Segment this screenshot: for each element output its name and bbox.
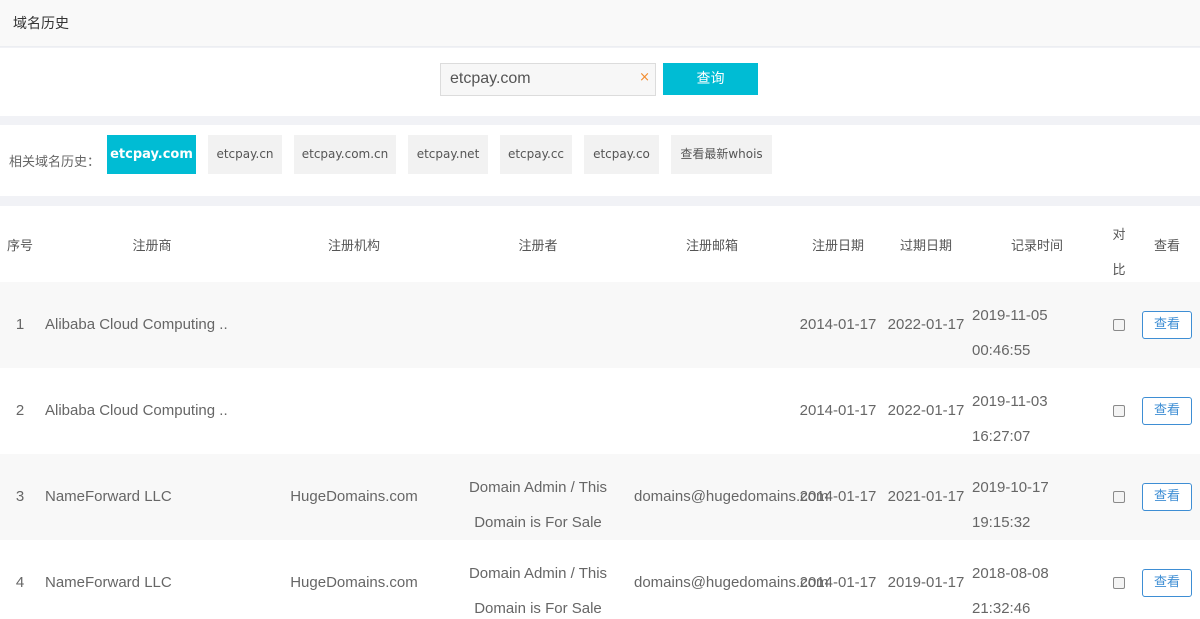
view-button[interactable]: 查看 bbox=[1142, 569, 1192, 597]
row-org: HugeDomains.com bbox=[290, 574, 418, 591]
view-button[interactable]: 查看 bbox=[1142, 397, 1192, 425]
related-domains-label: 相关域名历史： bbox=[9, 155, 101, 170]
row-record-time: 2019-11-05 00:46:55 bbox=[972, 298, 1048, 368]
row-record-time: 2018-08-08 21:32:46 bbox=[972, 556, 1049, 619]
header-view: 查看 bbox=[1153, 239, 1181, 254]
row-index: 1 bbox=[15, 316, 25, 333]
compare-checkbox[interactable] bbox=[1113, 405, 1125, 417]
row-record-time: 2019-11-03 16:27:07 bbox=[972, 384, 1048, 454]
row-registrar: Alibaba Cloud Computing .. bbox=[45, 402, 228, 419]
row-exp-date: 2022-01-17 bbox=[887, 402, 965, 419]
row-index: 3 bbox=[15, 488, 25, 505]
row-exp-date: 2022-01-17 bbox=[887, 316, 965, 333]
header-reg-date: 注册日期 bbox=[811, 239, 865, 254]
query-button[interactable]: 查询 bbox=[663, 63, 758, 95]
row-record-clock: 19:15:32 bbox=[972, 514, 1031, 531]
compare-checkbox[interactable] bbox=[1113, 491, 1125, 503]
table-row: 4 NameForward LLC HugeDomains.com Domain… bbox=[0, 540, 1200, 619]
header-record-time: 记录时间 bbox=[1010, 239, 1064, 254]
row-record-date: 2019-10-17 bbox=[972, 479, 1049, 496]
row-exp-date: 2019-01-17 bbox=[887, 574, 965, 591]
view-button[interactable]: 查看 bbox=[1142, 483, 1192, 511]
related-domain-chip-etcpay-com[interactable]: etcpay.com bbox=[107, 135, 196, 174]
header-registrant: 注册者 bbox=[518, 239, 558, 254]
related-domain-chip-etcpay-cn[interactable]: etcpay.cn bbox=[208, 135, 282, 174]
domain-search-input[interactable]: etcpay.com × bbox=[440, 63, 656, 96]
related-domain-chip-etcpay-co[interactable]: etcpay.co bbox=[584, 135, 659, 174]
row-record-clock: 21:32:46 bbox=[972, 600, 1031, 617]
row-record-date: 2019-11-05 bbox=[972, 307, 1048, 324]
table-row: 3 NameForward LLC HugeDomains.com Domain… bbox=[0, 454, 1200, 540]
related-domain-chip-etcpay-com-cn[interactable]: etcpay.com.cn bbox=[294, 135, 396, 174]
row-reg-date: 2014-01-17 bbox=[799, 574, 877, 591]
row-record-time: 2019-10-17 19:15:32 bbox=[972, 470, 1049, 540]
row-registrar: NameForward LLC bbox=[45, 574, 172, 591]
table-row: 2 Alibaba Cloud Computing .. 2014-01-17 … bbox=[0, 368, 1200, 454]
row-record-date: 2019-11-03 bbox=[972, 393, 1048, 410]
row-exp-date: 2021-01-17 bbox=[887, 488, 965, 505]
related-domain-chip-etcpay-cc[interactable]: etcpay.cc bbox=[500, 135, 572, 174]
view-button[interactable]: 查看 bbox=[1142, 311, 1192, 339]
table-row: 1 Alibaba Cloud Computing .. 2014-01-17 … bbox=[0, 282, 1200, 368]
header-org: 注册机构 bbox=[327, 239, 381, 254]
row-registrar: Alibaba Cloud Computing .. bbox=[45, 316, 228, 333]
row-registrar: NameForward LLC bbox=[45, 488, 172, 505]
row-record-clock: 16:27:07 bbox=[972, 428, 1031, 445]
search-bar: etcpay.com × 查询 bbox=[0, 48, 1200, 116]
row-reg-date: 2014-01-17 bbox=[799, 316, 877, 333]
row-registrant: Domain Admin / This Domain is For Sale bbox=[468, 479, 608, 531]
compare-checkbox[interactable] bbox=[1113, 319, 1125, 331]
page-title: 域名历史 bbox=[13, 16, 69, 32]
compare-checkbox[interactable] bbox=[1113, 577, 1125, 589]
row-record-clock: 00:46:55 bbox=[972, 342, 1031, 359]
header-registrar: 注册商 bbox=[132, 239, 172, 254]
row-registrant: Domain Admin / This Domain is For Sale bbox=[468, 565, 608, 617]
related-domains-bar: 相关域名历史： etcpay.com etcpay.cn etcpay.com.… bbox=[0, 125, 1200, 196]
row-reg-date: 2014-01-17 bbox=[799, 402, 877, 419]
row-reg-date: 2014-01-17 bbox=[799, 488, 877, 505]
row-org: HugeDomains.com bbox=[290, 488, 418, 505]
header-compare: 对比 bbox=[1112, 228, 1126, 278]
clear-icon[interactable]: × bbox=[639, 70, 650, 85]
table-header: 序号 注册商 注册机构 注册者 注册邮箱 注册日期 过期日期 记录时间 对比 查… bbox=[0, 206, 1200, 282]
history-table: 序号 注册商 注册机构 注册者 注册邮箱 注册日期 过期日期 记录时间 对比 查… bbox=[0, 206, 1200, 619]
row-index: 4 bbox=[15, 574, 25, 591]
header-index: 序号 bbox=[6, 239, 34, 254]
header-email: 注册邮箱 bbox=[685, 239, 739, 254]
page-header: 域名历史 bbox=[0, 0, 1200, 47]
row-index: 2 bbox=[15, 402, 25, 419]
header-exp-date: 过期日期 bbox=[899, 239, 953, 254]
related-domain-chip-etcpay-net[interactable]: etcpay.net bbox=[408, 135, 488, 174]
domain-search-value[interactable]: etcpay.com bbox=[450, 70, 531, 88]
row-record-date: 2018-08-08 bbox=[972, 565, 1049, 582]
latest-whois-button[interactable]: 查看最新whois bbox=[671, 135, 772, 174]
